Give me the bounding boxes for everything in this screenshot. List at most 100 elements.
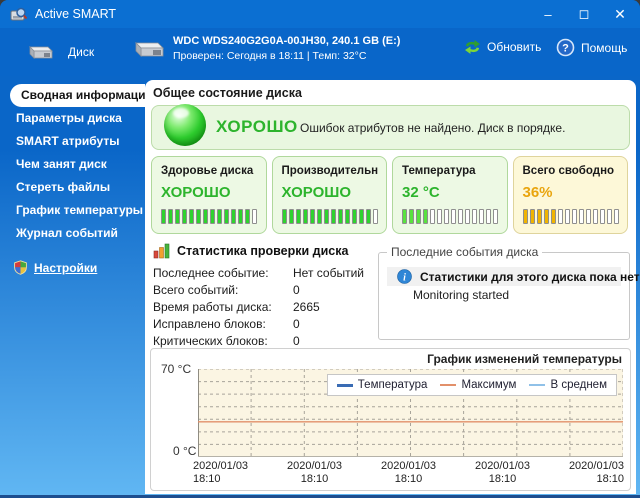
card-title: Температура bbox=[402, 165, 499, 177]
level-segment bbox=[303, 209, 308, 224]
overall-status-bar: ХОРОШО Ошибок атрибутов не найдено. Диск… bbox=[151, 105, 630, 150]
legend-label: Максимум bbox=[461, 379, 516, 391]
level-segment bbox=[182, 209, 187, 224]
level-segment bbox=[458, 209, 463, 224]
level-segment bbox=[231, 209, 236, 224]
minimize-button[interactable]: – bbox=[532, 0, 564, 28]
level-segment bbox=[423, 209, 428, 224]
x-tick-date: 2020/01/03 bbox=[569, 460, 624, 473]
sidebar-item-5[interactable]: График температуры bbox=[0, 199, 145, 222]
stat-row-2: Время работы диска:2665 bbox=[153, 298, 375, 315]
card-level-bar bbox=[161, 209, 258, 224]
x-tick-3: 2020/01/0318:10 bbox=[475, 460, 530, 486]
stat-row-4: Критических блоков:0 bbox=[153, 332, 375, 349]
app-icon bbox=[10, 6, 27, 23]
card-value: ХОРОШО bbox=[161, 184, 258, 201]
level-segment bbox=[544, 209, 549, 224]
level-segment bbox=[238, 209, 243, 224]
level-segment bbox=[402, 209, 407, 224]
sidebar-item-4[interactable]: Стереть файлы bbox=[0, 176, 145, 199]
stats-table: Последнее событие:Нет событий Всего событ… bbox=[153, 264, 375, 349]
sidebar-item-settings[interactable]: Настройки bbox=[0, 256, 145, 279]
x-tick-0: 2020/01/0318:10 bbox=[193, 460, 248, 486]
level-segment bbox=[523, 209, 528, 224]
events-groupbox: Последние события диска i Статистики для… bbox=[378, 252, 630, 340]
x-tick-date: 2020/01/03 bbox=[475, 460, 530, 473]
drive-name: WDC WDS240G2G0A-00JH30, 240.1 GB (E:) bbox=[173, 34, 400, 49]
level-segment bbox=[352, 209, 357, 224]
level-segment bbox=[530, 209, 535, 224]
drive-status: Проверен: Сегодня в 18:11 | Темп: 32°C bbox=[173, 49, 400, 63]
level-segment bbox=[437, 209, 442, 224]
stat-value: 0 bbox=[293, 334, 300, 348]
refresh-button[interactable]: Обновить bbox=[464, 40, 541, 54]
card-level-bar bbox=[282, 209, 379, 224]
level-segment bbox=[310, 209, 315, 224]
app-window: Active SMART – ◻ ✕ Диск WDC WDS24 bbox=[0, 0, 640, 498]
stat-row-0: Последнее событие:Нет событий bbox=[153, 264, 375, 281]
card-title: Производительн bbox=[282, 165, 379, 177]
sidebar-menu: Сводная информацияПараметры дискаSMART а… bbox=[0, 84, 145, 245]
legend-label: В среднем bbox=[550, 379, 607, 391]
status-card-3: Всего свободно 36% bbox=[513, 156, 629, 234]
legend-item-0: Температура bbox=[337, 379, 428, 391]
main-panel: Общее состояние диска ХОРОШО Ошибок атри… bbox=[145, 80, 636, 494]
level-segment bbox=[366, 209, 371, 224]
sidebar-item-6[interactable]: Журнал событий bbox=[0, 222, 145, 245]
status-card-2: Температура 32 °C bbox=[392, 156, 508, 234]
statistics-icon bbox=[153, 243, 170, 259]
sidebar-item-1[interactable]: Параметры диска bbox=[0, 107, 145, 130]
x-tick-time: 18:10 bbox=[569, 473, 624, 486]
card-value: 32 °C bbox=[402, 184, 499, 201]
card-value: 36% bbox=[523, 184, 620, 201]
stat-label: Последнее событие: bbox=[153, 266, 293, 280]
level-segment bbox=[282, 209, 287, 224]
sidebar-item-2[interactable]: SMART атрибуты bbox=[0, 130, 145, 153]
level-segment bbox=[579, 209, 584, 224]
stat-row-3: Исправлено блоков:0 bbox=[153, 315, 375, 332]
stat-label: Исправлено блоков: bbox=[153, 317, 293, 331]
level-segment bbox=[409, 209, 414, 224]
card-title: Всего свободно bbox=[523, 165, 620, 177]
x-tick-4: 2020/01/0318:10 bbox=[569, 460, 624, 486]
status-orb-icon bbox=[164, 104, 206, 146]
event-submessage: Monitoring started bbox=[413, 288, 509, 302]
toolbar: Диск WDC WDS240G2G0A-00JH30, 240.1 GB (E… bbox=[0, 28, 640, 76]
svg-text:i: i bbox=[403, 273, 406, 284]
legend-label: Температура bbox=[358, 379, 428, 391]
help-button[interactable]: ? Помощь bbox=[556, 38, 627, 57]
section-title: Общее состояние диска bbox=[153, 86, 302, 100]
level-segment bbox=[161, 209, 166, 224]
level-segment bbox=[252, 209, 257, 224]
x-axis-labels: 2020/01/0318:102020/01/0318:102020/01/03… bbox=[193, 460, 624, 486]
legend-swatch bbox=[337, 384, 353, 387]
overall-status-description: Ошибок атрибутов не найдено. Диск в поря… bbox=[300, 121, 565, 135]
level-segment bbox=[593, 209, 598, 224]
disk-selector[interactable]: Диск bbox=[26, 36, 94, 68]
overall-status-value: ХОРОШО bbox=[216, 117, 298, 137]
event-item: i Статистики для этого диска пока нет bbox=[387, 267, 621, 286]
sidebar-item-0[interactable]: Сводная информация bbox=[10, 84, 145, 107]
level-segment bbox=[465, 209, 470, 224]
stat-label: Всего событий: bbox=[153, 283, 293, 297]
stat-label: Критических блоков: bbox=[153, 334, 293, 348]
level-segment bbox=[175, 209, 180, 224]
sidebar-item-3[interactable]: Чем занят диск bbox=[0, 153, 145, 176]
refresh-label: Обновить bbox=[487, 40, 541, 54]
close-button[interactable]: ✕ bbox=[604, 0, 636, 28]
status-cards: Здоровье дискаХОРОШОПроизводительнХОРОШО… bbox=[151, 156, 628, 234]
level-segment bbox=[416, 209, 421, 224]
level-segment bbox=[189, 209, 194, 224]
maximize-button[interactable]: ◻ bbox=[568, 0, 600, 28]
x-tick-time: 18:10 bbox=[381, 473, 436, 486]
stat-label: Время работы диска: bbox=[153, 300, 293, 314]
disk-selector-label: Диск bbox=[68, 45, 94, 59]
x-tick-date: 2020/01/03 bbox=[287, 460, 342, 473]
x-tick-time: 18:10 bbox=[475, 473, 530, 486]
y-axis-min-label: 0 °C bbox=[173, 444, 196, 458]
level-segment bbox=[586, 209, 591, 224]
help-label: Помощь bbox=[581, 41, 627, 55]
level-segment bbox=[296, 209, 301, 224]
level-segment bbox=[289, 209, 294, 224]
svg-text:?: ? bbox=[562, 43, 569, 55]
